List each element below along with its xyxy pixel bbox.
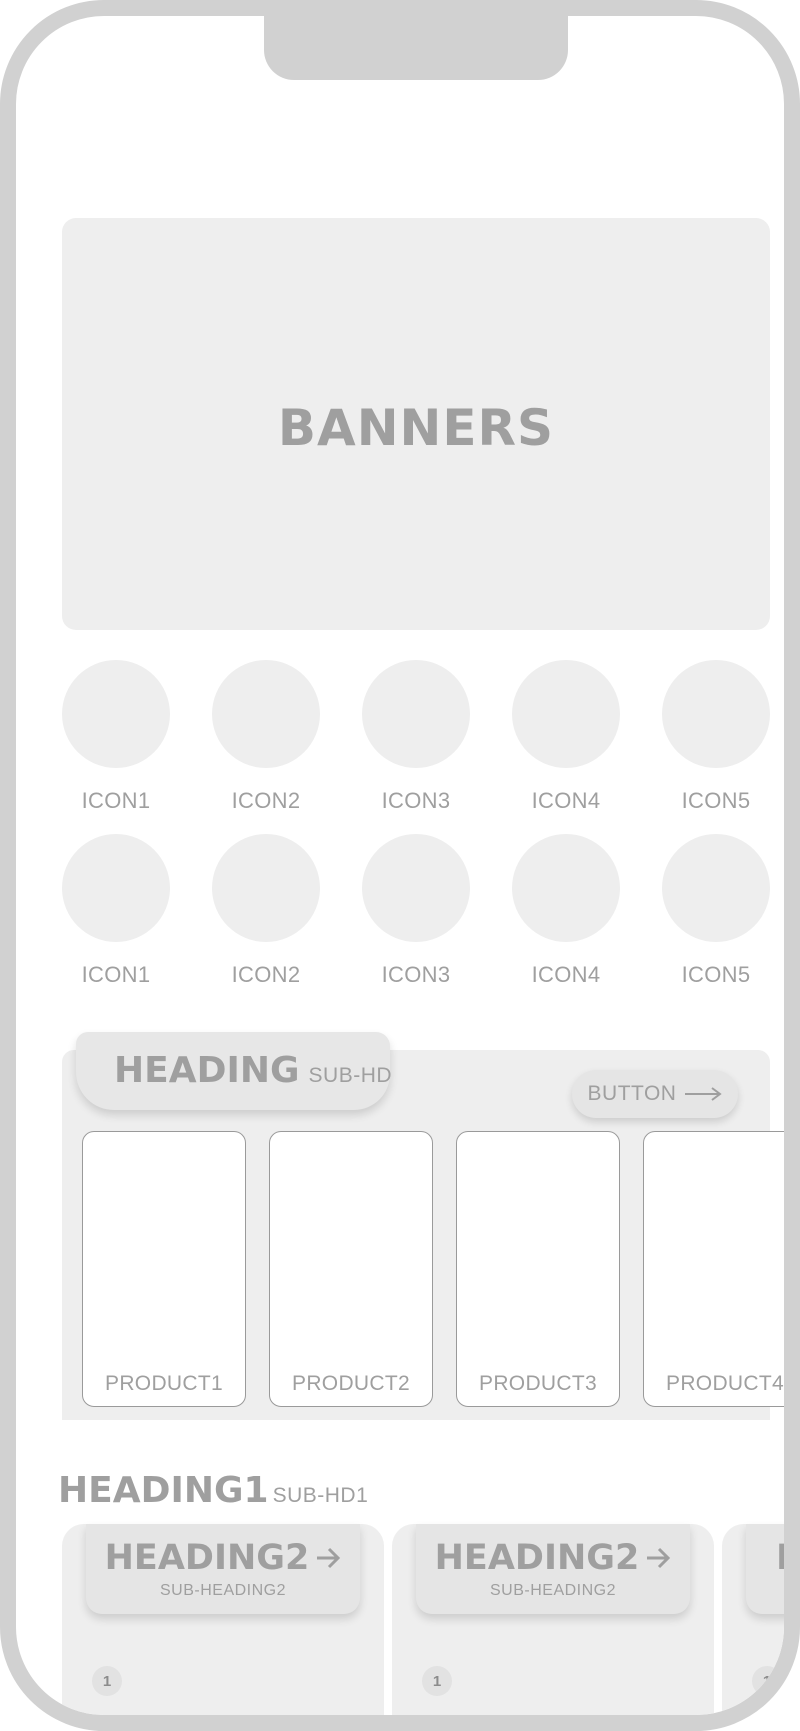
feature-card-header: HEADING2 SUB-HEADING2: [86, 1524, 360, 1614]
product-card-4[interactable]: PRODUCT4: [643, 1131, 784, 1407]
icon-label: ICON3: [381, 788, 451, 813]
feature-card-title-row: HEADING2: [435, 1538, 672, 1578]
icon-label: ICON1: [81, 962, 151, 987]
feature-card-title: HEADING2: [434, 1538, 640, 1578]
product-card-3[interactable]: PRODUCT3: [456, 1131, 620, 1407]
icon-placeholder: [662, 660, 770, 768]
icon-item-2[interactable]: ICON2: [212, 660, 320, 812]
icon-item-8[interactable]: ICON3: [362, 834, 470, 986]
icon-placeholder: [212, 834, 320, 942]
product-label: PRODUCT2: [292, 1372, 410, 1395]
feature-card-2[interactable]: HEADING2 SUB-HEADING2 1: [392, 1524, 714, 1715]
icon-label: ICON2: [231, 962, 301, 987]
product-card-1[interactable]: PRODUCT1: [82, 1131, 246, 1407]
feature-card-header: HEADING2 SUB-HEADING2: [416, 1524, 690, 1614]
icon-item-3[interactable]: ICON3: [362, 660, 470, 812]
icon-placeholder: [662, 834, 770, 942]
icon-row-2: ICON1 ICON2 ICON3 ICON4 ICON5: [62, 834, 770, 986]
feature-card-title: H: [776, 1538, 784, 1578]
icon-placeholder: [362, 660, 470, 768]
promo-heading: HEADING SUB-HD: [114, 1050, 392, 1091]
feature-card-title-row: HEADING2: [105, 1538, 342, 1578]
feature-card-1[interactable]: HEADING2 SUB-HEADING2 1: [62, 1524, 384, 1715]
product-card-2[interactable]: PRODUCT2: [269, 1131, 433, 1407]
banner-label: BANNERS: [277, 399, 555, 457]
feature-card-title: HEADING2: [104, 1538, 310, 1578]
product-label: PRODUCT1: [105, 1372, 223, 1395]
icon-row-1: ICON1 ICON2 ICON3 ICON4 ICON5: [62, 660, 770, 812]
icon-label: ICON4: [531, 788, 601, 813]
icon-label: ICON5: [681, 788, 751, 813]
arrow-right-icon: [317, 1547, 341, 1569]
promo-heading-title: HEADING: [114, 1050, 300, 1091]
icon-item-5[interactable]: ICON5: [662, 660, 770, 812]
screen: BANNERS ICON1 ICON2 ICON3 ICON4 ICON5 IC…: [16, 16, 784, 1715]
icon-placeholder: [512, 660, 620, 768]
page-badge: 1: [422, 1666, 452, 1696]
icon-label: ICON1: [81, 788, 151, 813]
page-badge: 1: [92, 1666, 122, 1696]
feature-card-header: H: [746, 1524, 784, 1614]
promo-heading-subtitle: SUB-HD: [308, 1064, 393, 1087]
icon-label: ICON4: [531, 962, 601, 987]
promo-more-button[interactable]: BUTTON: [572, 1070, 738, 1118]
icon-item-7[interactable]: ICON2: [212, 834, 320, 986]
promo-button-label: BUTTON: [587, 1082, 677, 1105]
feature-card-subtitle: SUB-HEADING2: [489, 1582, 617, 1599]
icon-placeholder: [362, 834, 470, 942]
section-heading-subtitle: SUB-HD1: [272, 1484, 369, 1507]
phone-notch: [264, 16, 568, 80]
icon-placeholder: [512, 834, 620, 942]
icon-placeholder: [62, 660, 170, 768]
section-heading-title: HEADING1: [58, 1470, 269, 1511]
feature-card-title-row: H: [776, 1538, 784, 1578]
feature-card-3[interactable]: H 1: [722, 1524, 784, 1715]
phone-frame: BANNERS ICON1 ICON2 ICON3 ICON4 ICON5 IC…: [0, 0, 800, 1731]
icon-label: ICON2: [231, 788, 301, 813]
product-label: PRODUCT4: [666, 1372, 784, 1395]
icon-label: ICON5: [681, 962, 751, 987]
section-heading: HEADING1 SUB-HD1: [58, 1470, 368, 1511]
icon-item-4[interactable]: ICON4: [512, 660, 620, 812]
arrow-right-icon: [647, 1547, 671, 1569]
icon-label: ICON3: [381, 962, 451, 987]
feature-card-subtitle: SUB-HEADING2: [159, 1582, 287, 1599]
icon-placeholder: [62, 834, 170, 942]
arrow-right-icon: [685, 1087, 723, 1101]
product-label: PRODUCT3: [479, 1372, 597, 1395]
icon-item-9[interactable]: ICON4: [512, 834, 620, 986]
icon-item-10[interactable]: ICON5: [662, 834, 770, 986]
icon-placeholder: [212, 660, 320, 768]
icon-item-6[interactable]: ICON1: [62, 834, 170, 986]
icon-item-1[interactable]: ICON1: [62, 660, 170, 812]
page-badge: 1: [752, 1666, 782, 1696]
icon-grid: ICON1 ICON2 ICON3 ICON4 ICON5 ICON1 ICON…: [62, 660, 770, 986]
banner-carousel[interactable]: BANNERS: [62, 218, 770, 630]
